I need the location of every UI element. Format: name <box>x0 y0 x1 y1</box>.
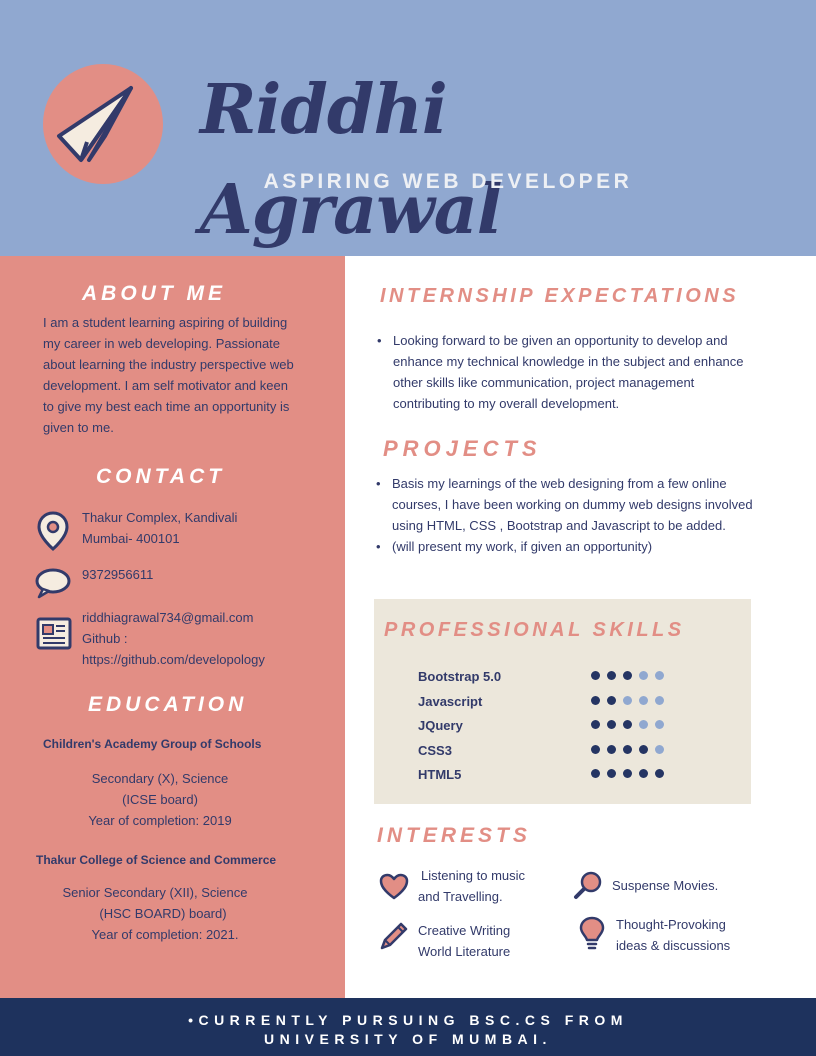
address-line-1: Thakur Complex, Kandivali <box>82 510 238 525</box>
skill-dot-filled <box>591 745 600 754</box>
internship-title: INTERNSHIP EXPECTATIONS <box>380 285 740 307</box>
education-2-line-2: (HSC BOARD) board) <box>99 906 227 921</box>
project-item: Basis my learnings of the web designing … <box>374 473 759 536</box>
heart-icon <box>379 873 409 900</box>
skill-dot-filled <box>607 720 616 729</box>
skill-dot-empty <box>655 720 664 729</box>
internship-item: Looking forward to be given an opportuni… <box>375 330 747 414</box>
skill-dot-filled <box>591 696 600 705</box>
skill-dot-empty <box>655 745 664 754</box>
interest-4-line-2: ideas & discussions <box>616 938 731 953</box>
education-1-line-3: Year of completion: 2019 <box>88 813 232 828</box>
phone-number: 9372956611 <box>82 567 154 582</box>
github-link[interactable]: https://github.com/developology <box>82 649 265 670</box>
footer-line-2: UNIVERSITY OF MUMBAI. <box>264 1031 552 1047</box>
skill-dot-filled <box>639 745 648 754</box>
skill-dot-filled <box>623 720 632 729</box>
skill-dot-filled <box>591 671 600 680</box>
skill-name: HTML5 <box>418 767 462 782</box>
skill-dot-filled <box>607 745 616 754</box>
skills-title: PROFESSIONAL SKILLS <box>384 619 685 641</box>
footer-text: •CURRENTLY PURSUING BSC.CS FROM UNIVERSI… <box>100 1011 716 1049</box>
footer-line-1: •CURRENTLY PURSUING BSC.CS FROM <box>188 1012 628 1028</box>
candidate-name: Riddhi Agrawal <box>200 70 503 250</box>
education-2-line-3: Year of completion: 2021. <box>91 927 239 942</box>
lightbulb-icon <box>579 916 605 950</box>
interest-3-line-1: Creative Writing <box>418 923 511 938</box>
skill-dot-filled <box>607 696 616 705</box>
skill-dot-empty <box>655 671 664 680</box>
skill-dot-empty <box>639 696 648 705</box>
github-label: Github : <box>82 631 128 646</box>
internship-list: Looking forward to be given an opportuni… <box>375 330 747 414</box>
school-name-1: Children's Academy Group of Schools <box>43 737 262 751</box>
interest-1-line-1: Listening to music <box>421 868 526 883</box>
skill-dot-empty <box>655 696 664 705</box>
job-title: ASPIRING WEB DEVELOPER <box>263 170 633 193</box>
skill-dot-empty <box>639 720 648 729</box>
projects-list: Basis my learnings of the web designing … <box>374 473 759 557</box>
paper-plane-icon <box>57 86 133 162</box>
education-1-line-2: (ICSE board) <box>122 792 198 807</box>
skill-dot-filled <box>591 720 600 729</box>
skill-rating-dots <box>591 671 681 786</box>
skill-name: JQuery <box>418 718 463 733</box>
pencil-icon <box>380 922 408 950</box>
education-2-line-1: Senior Secondary (XII), Science <box>62 885 248 900</box>
education-1-line-1: Secondary (X), Science <box>91 771 229 786</box>
interest-1-line-2: and Travelling. <box>418 889 503 904</box>
school-name-2: Thakur College of Science and Commerce <box>36 853 277 867</box>
skill-name: Bootstrap 5.0 <box>418 669 502 684</box>
about-title: ABOUT ME <box>82 282 226 305</box>
address-line-2: Mumbai- 400101 <box>82 531 180 546</box>
interests-title: INTERESTS <box>377 824 531 847</box>
skill-dot-filled <box>591 769 600 778</box>
interest-4-line-1: Thought-Provoking <box>616 917 726 932</box>
contact-title: CONTACT <box>96 465 226 488</box>
document-icon <box>36 617 72 650</box>
skill-dot-filled <box>607 769 616 778</box>
skill-dot-filled <box>607 671 616 680</box>
project-item: (will present my work, if given an oppor… <box>374 536 759 557</box>
interest-2-line-1: Suspense Movies. <box>612 878 719 893</box>
about-text: I am a student learning aspiring of buil… <box>43 315 294 435</box>
logo-circle <box>43 64 163 184</box>
education-title: EDUCATION <box>88 693 248 716</box>
magnifier-icon <box>574 871 602 899</box>
email-address: riddhiagrawal734@gmail.com <box>82 610 254 625</box>
location-pin-icon <box>37 511 69 551</box>
skill-dot-filled <box>655 769 664 778</box>
skill-name: CSS3 <box>418 743 452 758</box>
skill-dot-filled <box>639 769 648 778</box>
skill-dot-empty <box>639 671 648 680</box>
speech-bubble-icon <box>35 568 71 599</box>
skill-name: Javascript <box>418 694 483 709</box>
skill-dot-filled <box>623 671 632 680</box>
skill-dot-filled <box>623 769 632 778</box>
interest-3-line-2: World Literature <box>418 944 511 959</box>
projects-title: PROJECTS <box>383 436 542 461</box>
skill-dot-empty <box>623 696 632 705</box>
skill-dot-filled <box>623 745 632 754</box>
